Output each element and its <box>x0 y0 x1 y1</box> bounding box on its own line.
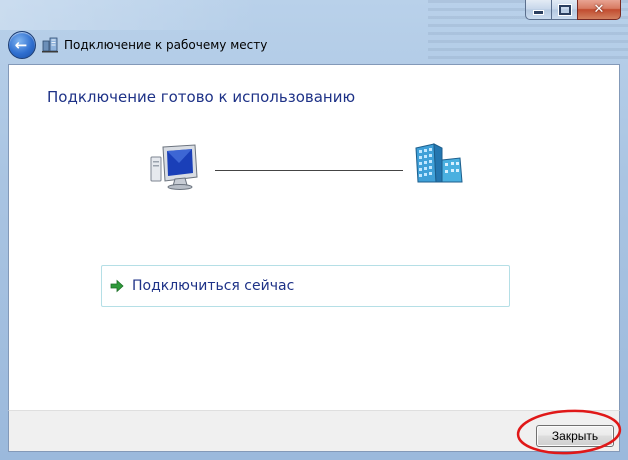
connection-line <box>215 170 403 171</box>
server-building-icon <box>412 142 464 184</box>
window-close-button[interactable]: ✕ <box>577 0 621 20</box>
workplace-connection-icon <box>42 37 58 53</box>
close-icon: ✕ <box>593 2 605 17</box>
nav-row: ← Подключение к рабочему месту <box>8 30 608 60</box>
window-title: Подключение к рабочему месту <box>64 38 268 52</box>
maximize-button[interactable] <box>551 0 577 20</box>
maximize-icon <box>558 4 571 15</box>
minimize-button[interactable] <box>525 0 551 20</box>
red-highlight-oval <box>516 409 622 455</box>
page-heading: Подключение готово к использованию <box>47 88 356 106</box>
computer-icon <box>149 143 201 191</box>
green-arrow-icon <box>110 279 124 293</box>
connect-now-label: Подключиться сейчас <box>132 278 295 294</box>
back-button[interactable]: ← <box>8 31 36 59</box>
connect-now-link[interactable]: Подключиться сейчас <box>101 265 510 307</box>
content-area: Подключение готово к использованию Подкл… <box>8 64 620 410</box>
minimize-icon <box>533 10 544 15</box>
back-arrow-icon: ← <box>14 35 28 54</box>
caption-buttons: ✕ <box>525 0 621 20</box>
